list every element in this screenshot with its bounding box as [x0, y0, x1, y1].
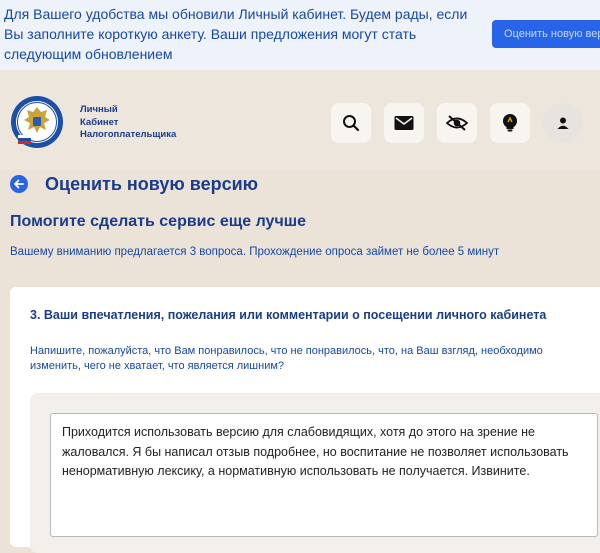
search-icon [343, 115, 360, 132]
section-title: Помогите сделать сервис еще лучше [10, 213, 306, 230]
brand-line: Кабинет [80, 116, 119, 128]
question-hint: Напишите, пожалуйста, что Вам понравилос… [30, 345, 543, 372]
lightbulb-icon [503, 114, 517, 132]
mail-icon [394, 116, 414, 130]
messages-button[interactable] [384, 103, 424, 143]
section-description: Вашему вниманию предлагается 3 вопроса. … [10, 246, 500, 258]
answer-textarea[interactable]: Приходится использовать версию для слабо… [50, 413, 598, 537]
search-button[interactable] [331, 103, 371, 143]
page-title: Оценить новую версию [45, 173, 259, 194]
notice-banner: Для Вашего удобства мы обновили Личный к… [0, 0, 600, 70]
question-title: 3. Ваши впечатления, пожелания или комме… [30, 308, 547, 322]
back-arrow-icon[interactable] [10, 175, 28, 193]
banner-message: Для Вашего удобства мы обновили Личный к… [4, 6, 468, 62]
brand-name: Личный Кабинет Налогоплательщика [80, 104, 176, 142]
rate-new-version-button[interactable]: Оценить новую версию [492, 20, 600, 48]
brand-line: Налогоплательщика [80, 129, 177, 140]
profile-button[interactable] [543, 103, 583, 143]
site-header: Личный Кабинет Налогоплательщика [0, 70, 600, 170]
question-card: 3. Ваши впечатления, пожелания или комме… [10, 287, 600, 553]
fns-emblem-logo[interactable] [10, 95, 64, 149]
page-title-row: Оценить новую версию [10, 172, 258, 196]
answer-container: Приходится использовать версию для слабо… [30, 393, 600, 553]
tips-button[interactable] [490, 103, 530, 143]
eye-off-icon [446, 115, 468, 131]
user-icon [557, 117, 569, 129]
brand-line: Личный [80, 104, 118, 115]
accessibility-toggle-button[interactable] [437, 103, 477, 143]
